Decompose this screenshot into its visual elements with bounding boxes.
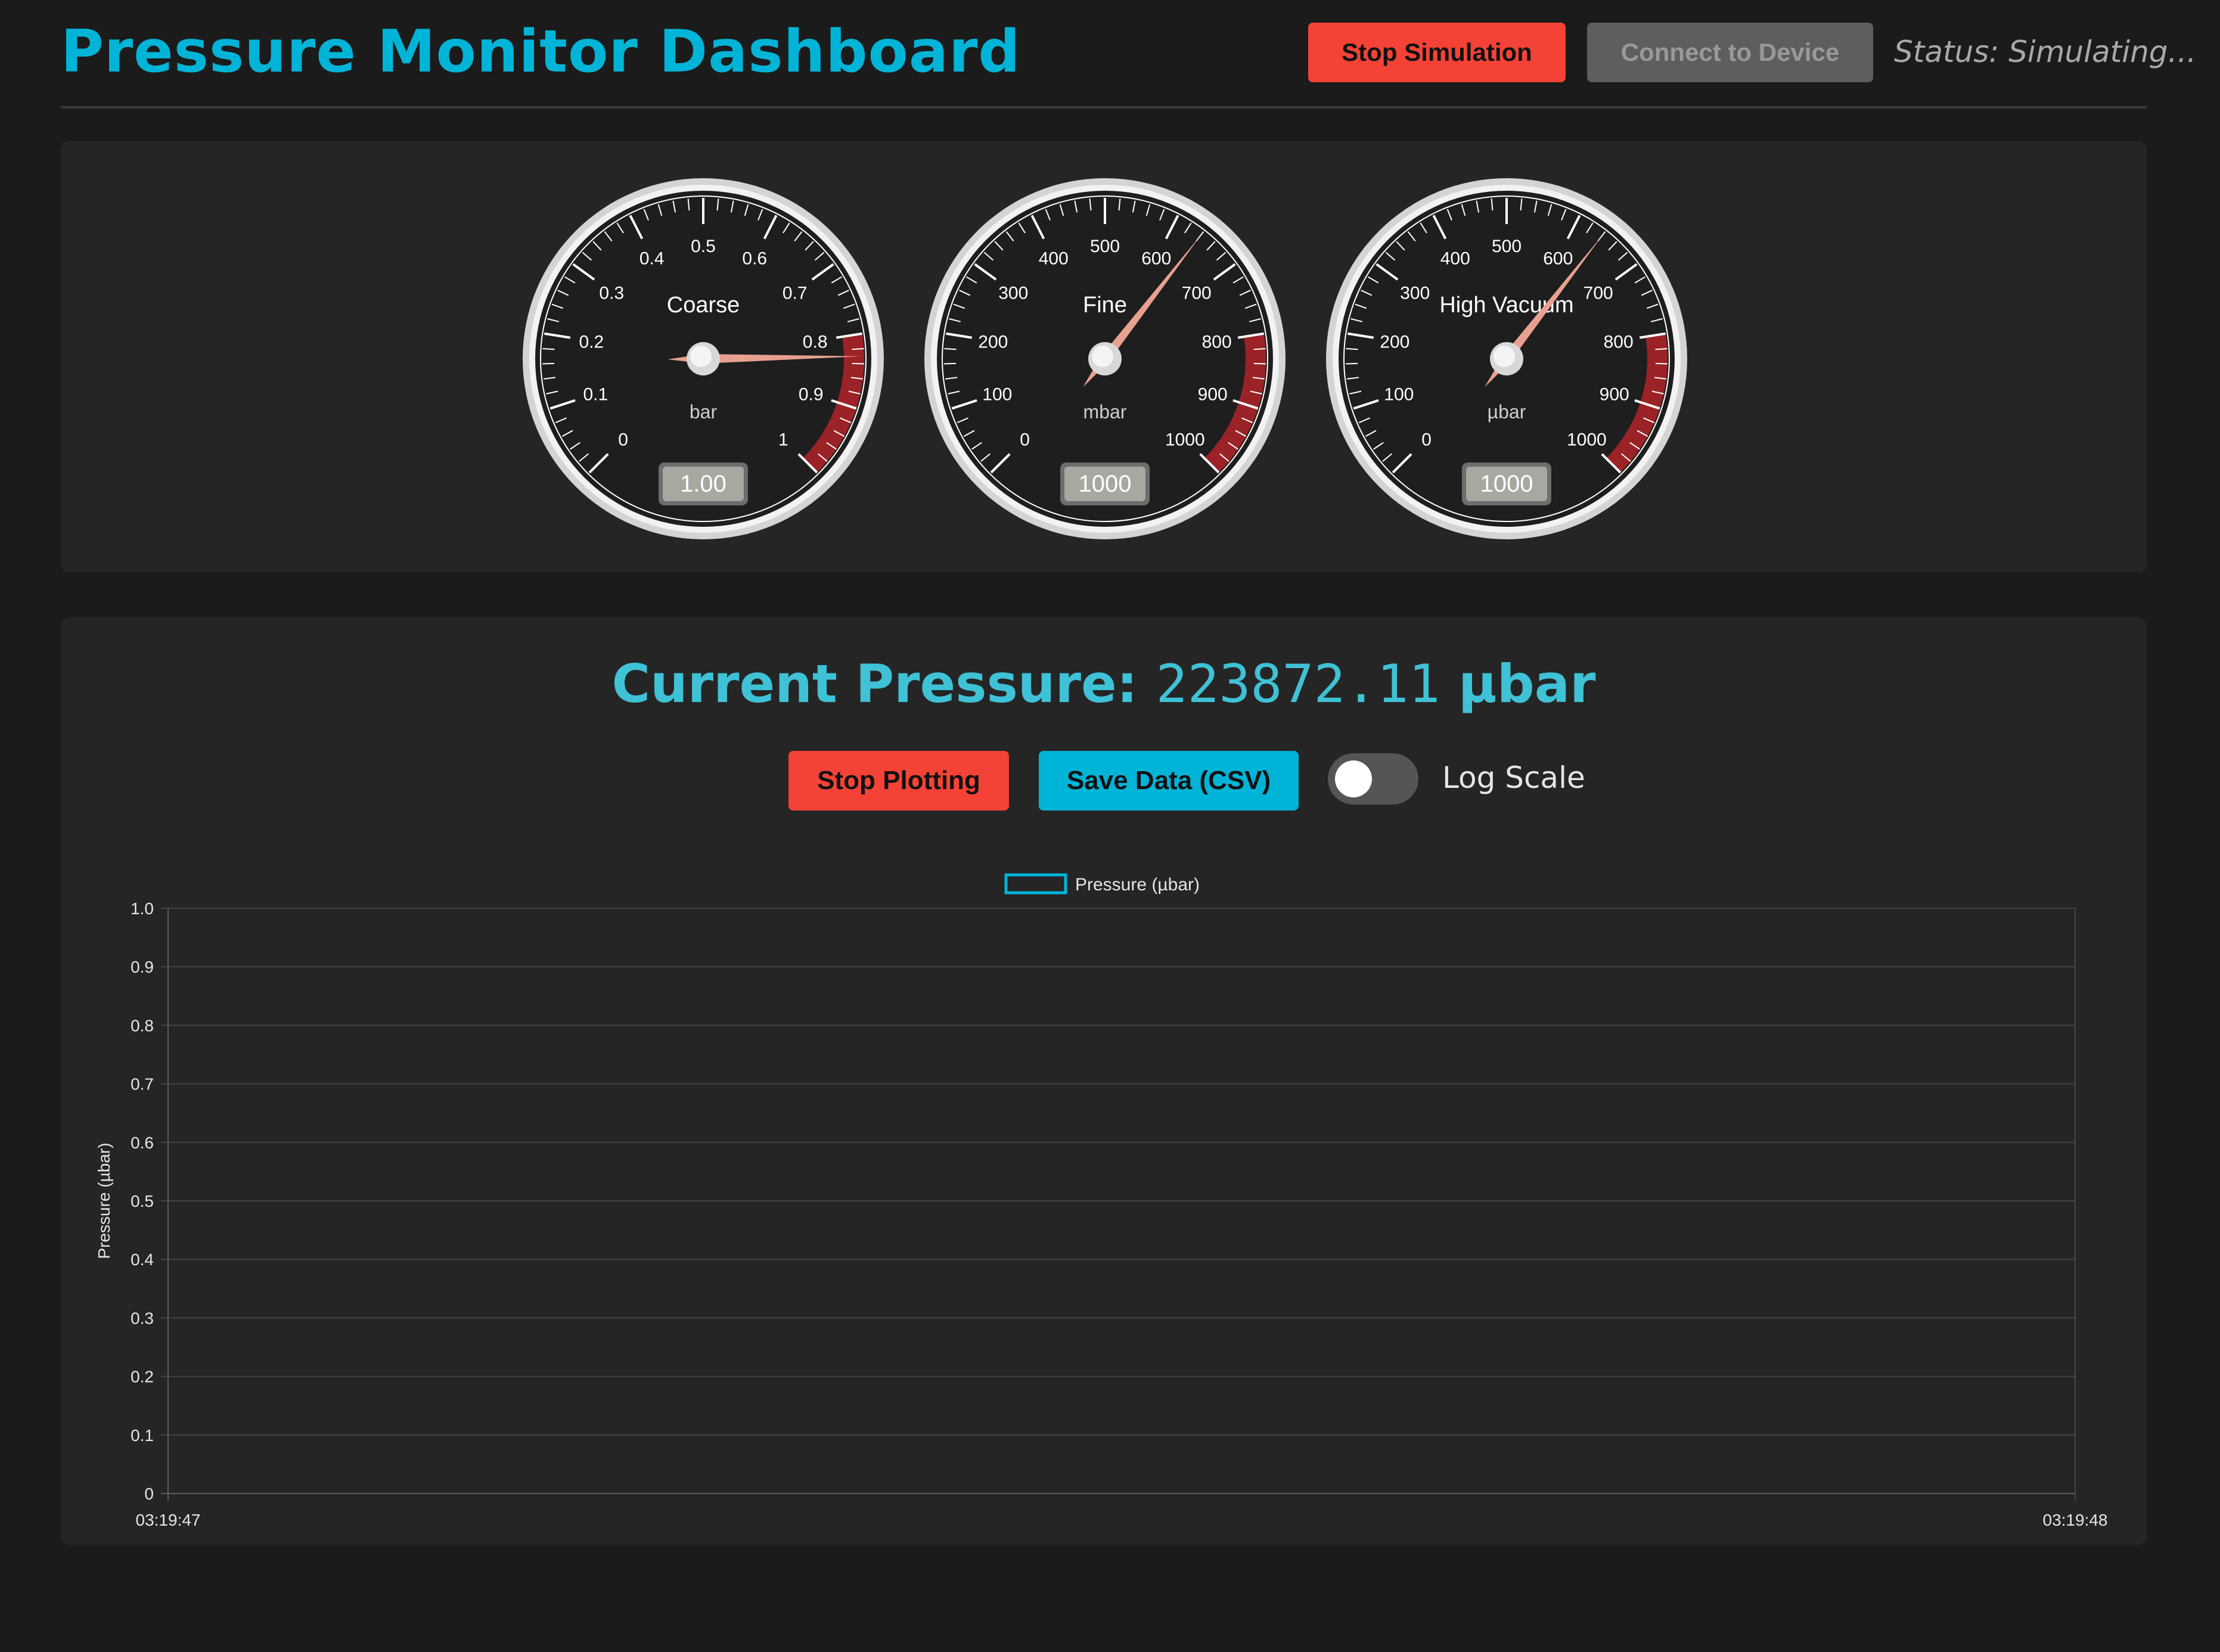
y-tick-label: 0.9 — [131, 958, 154, 976]
gauge-tick-label: 0.5 — [691, 237, 716, 256]
y-tick-label: 0.1 — [131, 1426, 154, 1445]
gauge-tick-label: 0.4 — [639, 249, 665, 269]
gauge-tick-label: 300 — [1400, 283, 1430, 303]
gauge-tick-label: 1000 — [1567, 430, 1607, 449]
gauge-tick-label: 0 — [1020, 430, 1030, 449]
header: Pressure Monitor Dashboard Stop Simulati… — [61, 0, 2196, 108]
gauge-needle-hub-highlight — [1494, 346, 1515, 367]
current-pressure-value: 223872.11 — [1156, 653, 1440, 715]
y-tick-label: 0.7 — [131, 1075, 154, 1094]
x-tick-label: 03:19:48 — [2043, 1511, 2108, 1529]
gauge-unit: µbar — [1488, 401, 1526, 423]
gauge-tick-label: 800 — [1604, 332, 1634, 352]
gauge-tick-label: 800 — [1202, 332, 1232, 352]
gauge-tick-label: 700 — [1584, 283, 1613, 303]
log-scale-toggle[interactable] — [1328, 753, 1418, 805]
log-scale-label: Log Scale — [1442, 760, 1585, 795]
current-pressure: Current Pressure: 223872.11 µbar — [61, 653, 2147, 715]
y-tick-label: 0.6 — [131, 1134, 154, 1152]
gauge-high-vacuum: 01002003004005006007008009001000High Vac… — [1326, 178, 1687, 539]
gauge-tick-label: 0.1 — [583, 385, 608, 405]
y-tick-label: 0.5 — [131, 1192, 154, 1210]
gauge-tick-label: 400 — [1440, 249, 1470, 269]
gauge-needle-hub-highlight — [1092, 346, 1113, 367]
gauge-title: Coarse — [667, 293, 740, 318]
gauge-tick-label: 300 — [998, 283, 1028, 303]
gauge-tick-label: 0.8 — [803, 332, 828, 352]
gauge-tick-label: 400 — [1039, 249, 1069, 269]
status-text: Status: Simulating... — [1894, 35, 2197, 69]
gauge-display-value: 1000 — [1480, 471, 1533, 497]
gauge-display-value: 1.00 — [680, 471, 726, 497]
gauge-coarse: 0 0.1 0.2 0.3 0.4 0.5 0.6 0.7 0.8 0.9 1 Coarse bar 1.… — [523, 178, 884, 539]
current-pressure-unit: µbar — [1458, 653, 1596, 715]
gauge-fine: 0 100 200 300 400 500 600 700 800 900 1000 Fine mbar… — [924, 178, 1286, 539]
gauge-title: Fine — [1083, 293, 1127, 318]
y-tick-label: 0.4 — [131, 1250, 154, 1269]
y-tick-label: 0 — [144, 1485, 154, 1503]
gauge-tick-label: 0.3 — [599, 283, 624, 303]
gauge-tick-label: 0.7 — [783, 283, 808, 303]
gauge-tick-label: 100 — [1384, 385, 1414, 405]
gauge-tick-label: 0.9 — [799, 385, 824, 405]
stop-plotting-button[interactable]: Stop Plotting — [788, 751, 1009, 811]
gauge-tick-label: 600 — [1543, 249, 1573, 269]
gauge-tick-label: 0 — [1421, 430, 1432, 449]
save-csv-button[interactable]: Save Data (CSV) — [1039, 751, 1299, 811]
gauge-tick-label: 100 — [982, 385, 1012, 405]
gauges-panel: 0 0.1 0.2 0.3 0.4 0.5 0.6 0.7 0.8 0.9 1 Coarse bar 1.… — [61, 141, 2147, 572]
gauge-unit: mbar — [1083, 401, 1127, 423]
legend-swatch — [1004, 873, 1067, 895]
gauge-tick-label: 1000 — [1165, 430, 1205, 449]
gauge-tick-label: 200 — [1380, 332, 1409, 352]
gauge-tick-label: 0.2 — [579, 332, 604, 352]
x-tick-label: 03:19:47 — [136, 1511, 201, 1529]
page-title: Pressure Monitor Dashboard — [61, 18, 1021, 86]
y-tick-label: 0.3 — [131, 1309, 154, 1327]
gauge-display-value: 1000 — [1079, 471, 1132, 497]
connect-device-button[interactable]: Connect to Device — [1587, 23, 1873, 82]
gauge-tick-label: 700 — [1182, 283, 1212, 303]
gauge-unit: bar — [690, 401, 718, 423]
y-tick-label: 1.0 — [131, 899, 154, 918]
legend-label: Pressure (µbar) — [1075, 875, 1200, 895]
stop-simulation-button[interactable]: Stop Simulation — [1308, 23, 1566, 82]
gauge-tick-label: 500 — [1090, 237, 1120, 256]
gauge-tick-label: 1 — [778, 430, 788, 449]
gauge-tick-label: 900 — [1600, 385, 1629, 405]
y-tick-label: 0.8 — [131, 1016, 154, 1035]
gauge-tick-label: 900 — [1198, 385, 1228, 405]
gauge-tick-label: 0.6 — [742, 249, 767, 269]
chart-panel: Current Pressure: 223872.11 µbar Stop Pl… — [61, 617, 2147, 1545]
gauge-tick-label: 200 — [978, 332, 1008, 352]
gauge-needle-hub-highlight — [690, 346, 712, 367]
y-axis-label: Pressure (µbar) — [95, 1142, 113, 1259]
gauge-tick-label: 0 — [618, 430, 628, 449]
gauge-tick-label: 600 — [1141, 249, 1171, 269]
current-pressure-label: Current Pressure: — [611, 653, 1138, 715]
pressure-chart: Pressure (µbar) 0 0.1 0.2 0.3 0.4 0.5 0.6 0.7 0.8… — [95, 873, 2108, 1529]
toggle-knob — [1335, 760, 1372, 797]
gauge-tick-label: 500 — [1492, 237, 1522, 256]
y-tick-label: 0.2 — [131, 1368, 154, 1386]
